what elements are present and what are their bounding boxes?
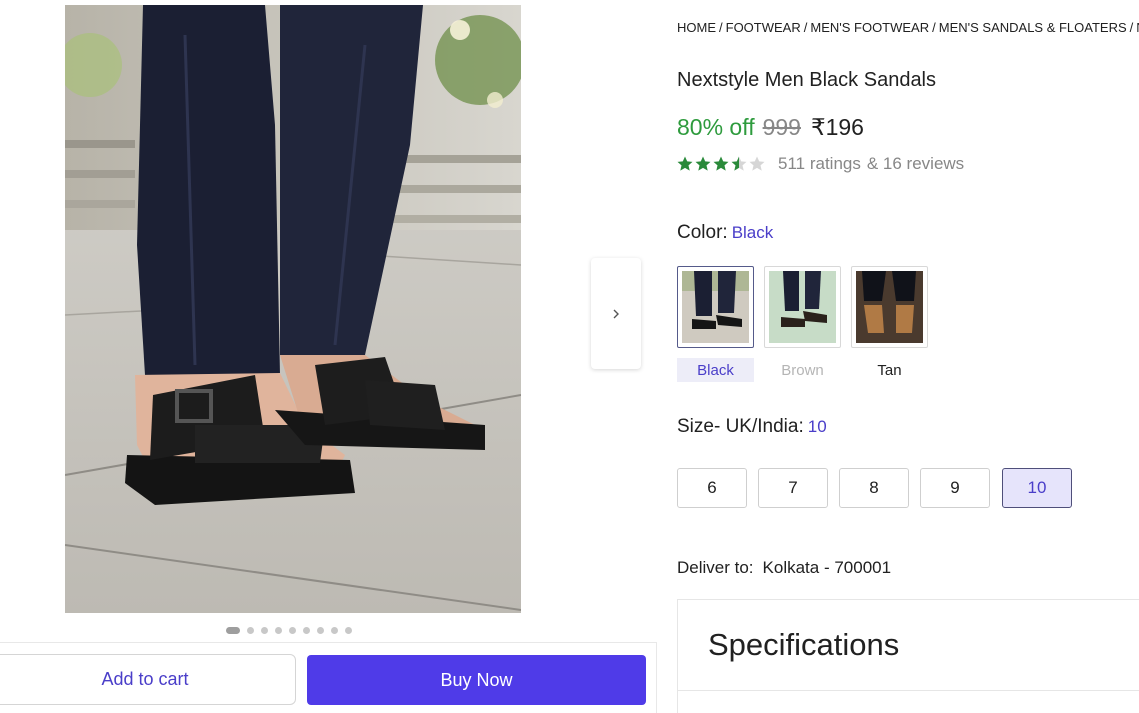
color-swatch-label: Black [677,358,754,382]
size-selector-label: Size- UK/India: 10 [677,416,827,438]
color-swatch-tan[interactable]: Tan [851,266,928,382]
breadcrumb-footwear[interactable]: FOOTWEAR [726,20,801,35]
gallery-dot[interactable] [303,627,310,634]
size-option-9[interactable]: 9 [920,468,990,508]
breadcrumb-separator: / [1129,20,1134,35]
gallery-dot[interactable] [247,627,254,634]
divider [656,642,657,713]
star-icon [749,156,765,171]
star-icon [677,156,693,171]
size-options: 6 7 8 9 10 [677,468,1072,508]
color-swatch-label: Tan [877,361,902,379]
product-title: Nextstyle Men Black Sandals [677,69,937,91]
gallery-pagination [226,627,352,634]
gallery-dot[interactable] [289,627,296,634]
specifications-heading: Specifications [708,627,900,662]
color-label-text: Color: [677,222,728,243]
add-to-cart-button[interactable]: Add to cart [0,654,296,705]
color-swatch-thumbnail [764,266,841,348]
breadcrumb-home[interactable]: HOME [677,20,716,35]
color-swatch-thumbnail [677,266,754,348]
gallery-dot[interactable] [317,627,324,634]
discount-percent: 80% off [677,114,755,140]
specifications-section: Specifications [677,599,1139,713]
star-icon [731,156,747,171]
breadcrumb: HOME / FOOTWEAR / MEN'S FOOTWEAR / MEN'S SANDA… [677,20,1139,35]
deliver-to-label: Deliver to: [677,558,754,577]
size-option-7[interactable]: 7 [758,468,828,508]
color-swatches: Black Brown Tan [677,266,928,382]
delivery-location[interactable]: Deliver to: Kolkata - 700001 [677,558,891,578]
buy-now-button[interactable]: Buy Now [307,655,646,705]
price-row: 80% off 999 ₹196 [677,114,864,141]
divider [678,690,1139,691]
breadcrumb-separator: / [719,20,723,35]
selected-color-value: Black [731,223,774,242]
size-label-text: Size- UK/India: [677,416,804,437]
gallery-dot[interactable] [345,627,352,634]
reviews-text: & 16 reviews [866,154,965,173]
star-icon [713,156,729,171]
rating-row[interactable]: 511 ratings & 16 reviews [676,154,970,174]
next-image-button[interactable] [591,258,641,369]
gallery-dot[interactable] [275,627,282,634]
selling-price: ₹196 [810,114,864,140]
ratings-count: 511 ratings & 16 reviews [778,154,970,174]
delivery-pincode: Kolkata - 700001 [762,558,892,577]
breadcrumb-separator: / [803,20,808,35]
divider [0,642,657,643]
color-swatch-black[interactable]: Black [677,266,754,382]
ratings-text: 511 ratings [778,154,861,173]
color-swatch-label: Brown [781,361,824,379]
size-option-8[interactable]: 8 [839,468,909,508]
chevron-right-icon [613,309,619,318]
original-price: 999 [762,114,801,140]
size-option-10[interactable]: 10 [1002,468,1072,508]
gallery-dot[interactable] [331,627,338,634]
gallery-dot[interactable] [226,627,240,634]
color-swatch-thumbnail [851,266,928,348]
size-option-6[interactable]: 6 [677,468,747,508]
breadcrumb-mens-sandals[interactable]: MEN'S SANDALS & FLOATERS [939,20,1127,35]
product-main-image[interactable] [65,5,521,613]
star-icon [695,156,711,171]
star-rating [676,155,766,173]
gallery-dot[interactable] [261,627,268,634]
selected-size-value: 10 [807,417,827,436]
color-selector-label: Color: Black [677,222,773,244]
breadcrumb-separator: / [932,20,936,35]
color-swatch-brown[interactable]: Brown [764,266,841,382]
breadcrumb-mens-footwear[interactable]: MEN'S FOOTWEAR [810,20,929,35]
